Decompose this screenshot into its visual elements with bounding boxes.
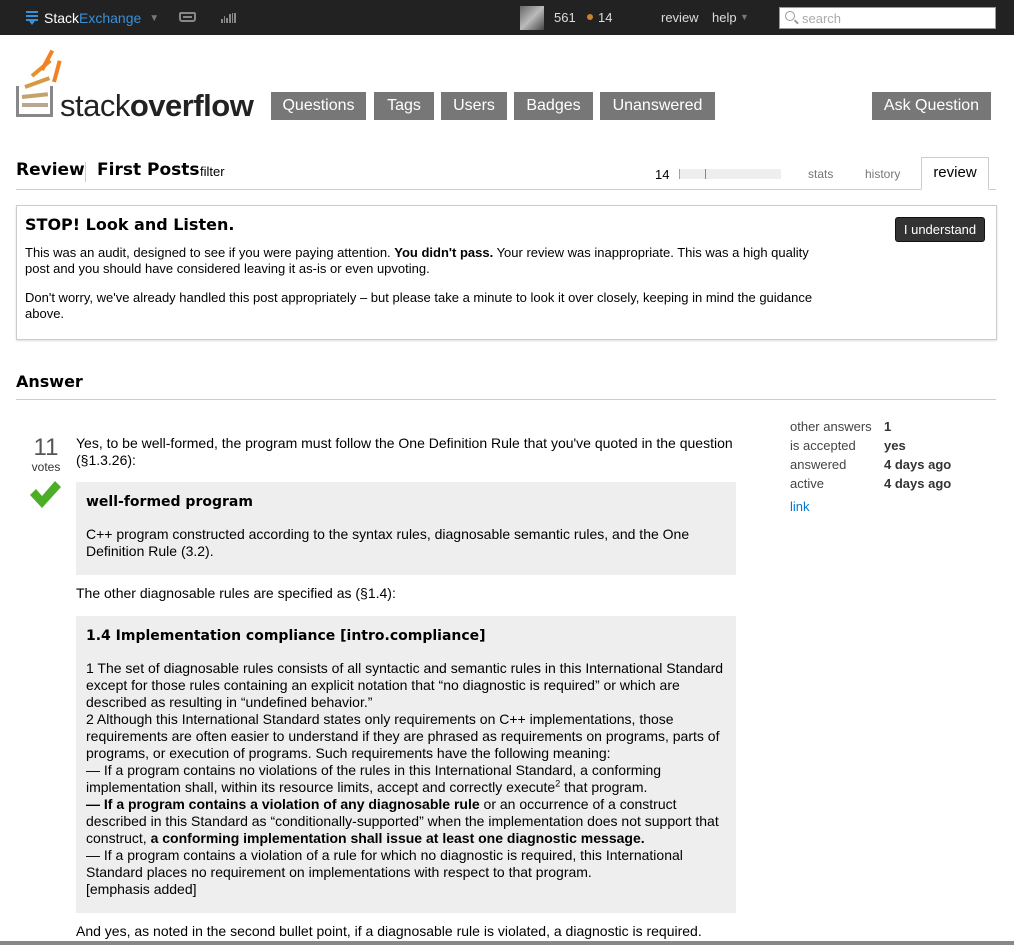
audit-followup: Don't worry, we've already handled this … [25, 290, 813, 321]
quote-text: 1 The set of diagnosable rules consists … [86, 660, 724, 710]
tab-history[interactable]: history [865, 167, 900, 181]
quote-emphasis: — If a program contains a violation of a… [86, 796, 480, 812]
meta-row: active 4 days ago [790, 474, 951, 493]
achievements-icon[interactable] [221, 11, 237, 23]
meta-row: is accepted yes [790, 436, 951, 455]
nav-unanswered[interactable]: Unanswered [600, 92, 715, 120]
reputation[interactable]: 561 [554, 10, 576, 25]
tab-stats[interactable]: stats [808, 167, 833, 181]
stackexchange-icon [26, 11, 38, 25]
answer-divider [16, 399, 996, 400]
review-title[interactable]: Review [16, 160, 85, 180]
window-bottom-edge [0, 941, 1014, 945]
votes-label: votes [31, 460, 61, 474]
vote-count: 11 [33, 434, 59, 461]
meta-label: answered [790, 457, 847, 472]
progress-fill [679, 169, 705, 179]
review-progress-bar [679, 169, 781, 179]
logo-bar [40, 49, 55, 71]
stackexchange-label: StackExchange [44, 10, 141, 26]
progress-marker [705, 169, 706, 179]
nav-questions[interactable]: Questions [271, 92, 366, 120]
bronze-badge-icon [587, 14, 593, 20]
logo-bold: overflow [129, 88, 254, 123]
stackexchange-menu[interactable]: StackExchange ▼ [26, 9, 159, 27]
quote-body: C++ program constructed according to the… [86, 526, 690, 559]
reviews-count: 14 [655, 167, 670, 182]
nav-badges[interactable]: Badges [514, 92, 593, 120]
stackoverflow-logo[interactable]: stackoverflow [16, 49, 256, 124]
top-bar: StackExchange ▼ 561 14 review help ▼ [0, 0, 1014, 35]
quote-paragraph: 1 The set of diagnosable rules consists … [86, 660, 731, 898]
quote-title: 1.4 Implementation compliance [intro.com… [86, 628, 486, 644]
brand-suffix: Exchange [79, 10, 142, 26]
audit-notice: STOP! Look and Listen. This was an audit… [16, 205, 997, 340]
meta-row: other answers 1 [790, 417, 951, 436]
meta-label: active [790, 476, 824, 491]
brand-prefix: Stack [44, 10, 80, 26]
i-understand-button[interactable]: I understand [895, 217, 985, 242]
meta-label: other answers [790, 419, 872, 434]
logo-text: stackoverflow [60, 88, 254, 124]
meta-row: answered 4 days ago [790, 455, 951, 474]
tab-review[interactable]: review [921, 157, 989, 190]
search-input[interactable] [802, 10, 992, 26]
meta-value: 1 [884, 419, 892, 434]
quote-title: well-formed program [86, 494, 253, 510]
bronze-badge-count[interactable]: 14 [598, 10, 612, 25]
quote-text: 2 Although this International Standard s… [86, 711, 720, 761]
subheader-divider [16, 189, 996, 190]
meta-value: 4 days ago [884, 457, 952, 472]
answer-intro: Yes, to be well-formed, the program must… [76, 435, 733, 468]
nav-tags[interactable]: Tags [374, 92, 434, 120]
caret-down-icon: ▼ [740, 12, 749, 22]
review-link[interactable]: review [661, 10, 699, 25]
inbox-icon[interactable] [179, 12, 196, 22]
search-box[interactable] [779, 7, 996, 29]
avatar[interactable] [520, 6, 544, 30]
nav-users[interactable]: Users [441, 92, 507, 120]
audit-title: STOP! Look and Listen. [25, 215, 235, 234]
quote-text: — If a program contains a violation of a… [86, 847, 683, 880]
meta-value: yes [884, 438, 906, 453]
quote-well-formed: well-formed program C++ program construc… [76, 482, 736, 575]
audit-text: This was an audit, designed to see if yo… [25, 245, 395, 260]
answer-meta: other answers 1 is accepted yes answered 4 … [790, 417, 951, 493]
meta-value: 4 days ago [884, 476, 952, 491]
logo-light: stack [60, 88, 130, 123]
permalink[interactable]: link [790, 499, 810, 514]
answer-outro: And yes, as noted in the second bullet p… [76, 923, 702, 939]
quote-compliance: 1.4 Implementation compliance [intro.com… [76, 616, 736, 913]
audit-fail-text: You didn't pass. [394, 245, 494, 260]
search-icon [785, 11, 795, 21]
audit-message: This was an audit, designed to see if yo… [25, 245, 835, 277]
logo-bar [22, 103, 48, 107]
help-menu[interactable]: help [712, 10, 737, 25]
quote-emphasis: a conforming implementation shall issue … [150, 830, 645, 846]
caret-down-icon: ▼ [149, 12, 160, 24]
ask-question-button[interactable]: Ask Question [872, 92, 991, 120]
accepted-check-icon [30, 481, 61, 508]
quote-note: [emphasis added] [86, 881, 197, 897]
filter-link[interactable]: filter [200, 164, 225, 179]
quote-text: that program. [560, 779, 648, 795]
queue-title[interactable]: First Posts [97, 160, 200, 180]
logo-tray-icon [16, 86, 53, 117]
title-separator [85, 162, 86, 182]
answer-middle: The other diagnosable rules are specifie… [76, 585, 396, 601]
meta-label: is accepted [790, 438, 856, 453]
logo-bar [52, 60, 62, 83]
answer-heading: Answer [16, 372, 83, 391]
